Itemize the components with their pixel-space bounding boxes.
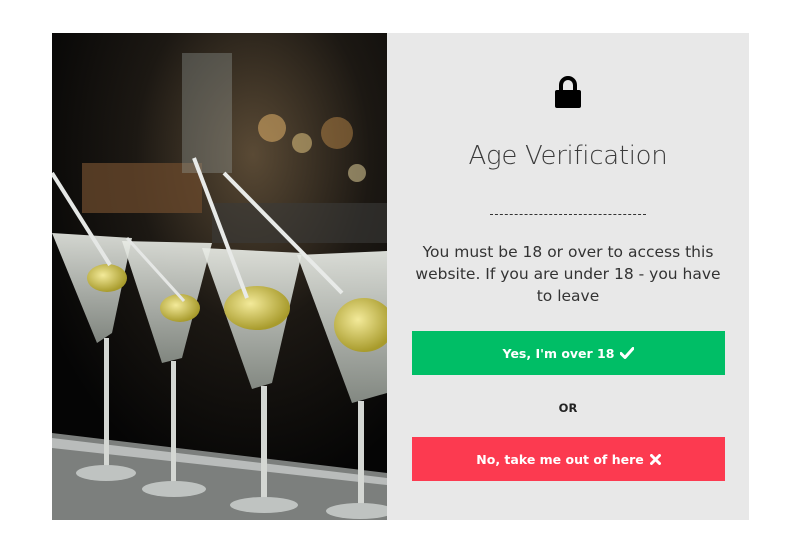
checkmark-icon: [620, 347, 635, 359]
age-verification-modal: Age Verification You must be 18 or over …: [52, 33, 749, 520]
divider: [490, 214, 646, 215]
confirm-age-label: Yes, I'm over 18: [502, 345, 615, 361]
confirm-age-button[interactable]: Yes, I'm over 18: [412, 331, 725, 375]
lock-icon: [554, 76, 582, 108]
leave-site-label: No, take me out of here: [476, 451, 644, 467]
age-message: You must be 18 or over to access this we…: [415, 243, 721, 305]
verification-panel: Age Verification You must be 18 or over …: [387, 33, 749, 520]
leave-site-button[interactable]: No, take me out of here: [412, 437, 725, 481]
martini-glasses-photo: [52, 33, 387, 520]
cross-icon: [649, 453, 661, 465]
or-separator: OR: [558, 401, 578, 415]
page-title: Age Verification: [468, 141, 668, 171]
